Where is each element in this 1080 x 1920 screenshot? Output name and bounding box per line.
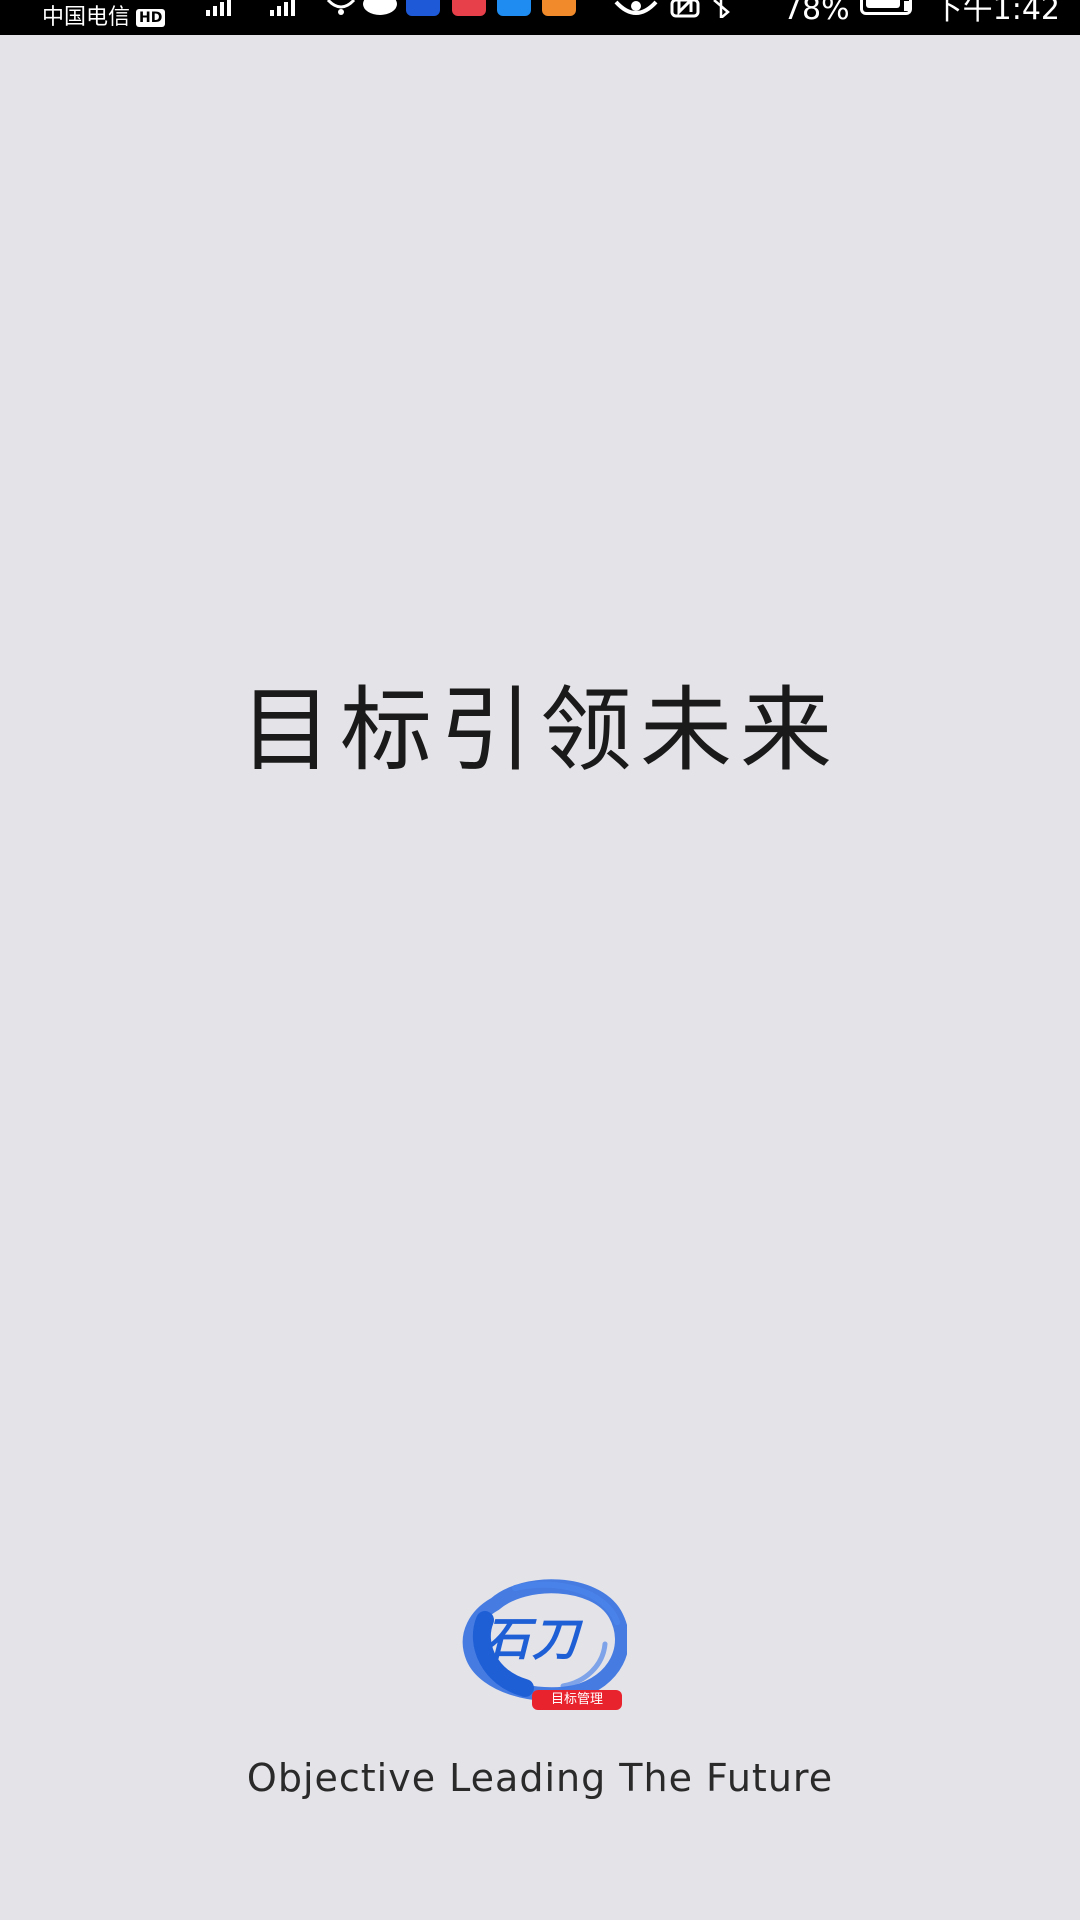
status-bar: 中国电信 HD 78% 下午1:42 (0, 0, 1080, 35)
nfc-icon (670, 0, 700, 18)
bluetooth-icon (713, 0, 730, 18)
clock: 下午1:42 (932, 0, 1060, 27)
status-right: 78% 下午1:42 (783, 0, 1060, 28)
signal-icon (270, 0, 295, 16)
logo-brand-text: 石刀 (484, 1612, 580, 1666)
message-icon (363, 0, 397, 15)
app-icon (406, 0, 440, 16)
carrier-name: 中国电信 (42, 5, 131, 30)
logo-tag: 目标管理 (532, 1690, 622, 1710)
wifi-icon (326, 0, 356, 15)
hd-badge: HD (136, 9, 166, 27)
app-icon (497, 0, 531, 16)
eye-icon (614, 0, 658, 15)
carrier-label: 中国电信 HD (42, 3, 166, 33)
battery-icon (859, 0, 917, 28)
battery-percent: 78% (782, 0, 850, 27)
app-icon (542, 0, 576, 16)
splash-slogan: Objective Leading The Future (246, 1756, 834, 1800)
splash-headline: 目标引领未来 (239, 677, 840, 784)
signal-icon (206, 0, 231, 16)
app-icon (452, 0, 486, 16)
